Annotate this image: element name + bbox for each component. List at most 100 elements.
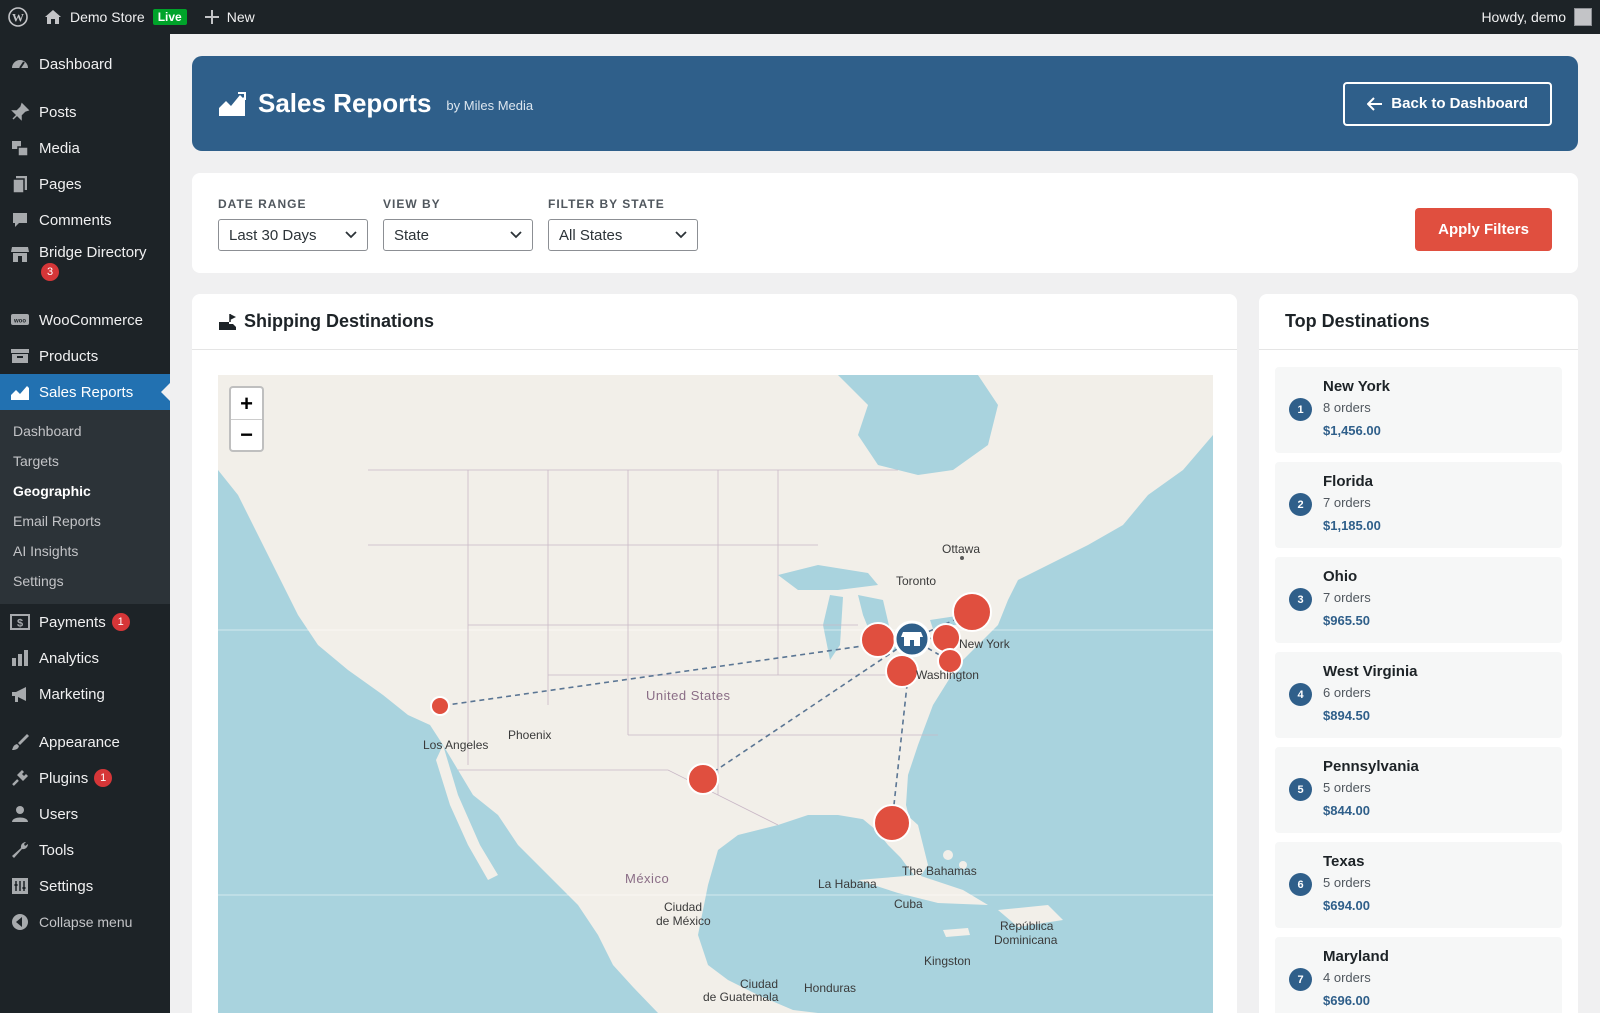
map-label-ciudad-mexico-1: Ciudad xyxy=(664,900,702,914)
top-destinations-card: Top Destinations 1 New York 8 orders $1,… xyxy=(1259,294,1578,1013)
sidebar-item-label: Tools xyxy=(39,841,75,859)
destination-revenue: $696.00 xyxy=(1323,993,1370,1008)
destination-revenue: $1,456.00 xyxy=(1323,423,1381,438)
destination-revenue: $965.50 xyxy=(1323,613,1370,628)
top-destinations-header: Top Destinations xyxy=(1259,294,1578,350)
sidebar-item-tools[interactable]: Tools xyxy=(0,832,170,868)
sidebar-item-marketing[interactable]: Marketing xyxy=(0,676,170,712)
svg-text:woo: woo xyxy=(13,319,26,325)
sidebar-item-label: Settings xyxy=(39,877,94,895)
sidebar-item-dashboard[interactable]: Dashboard xyxy=(0,46,170,82)
new-content-link[interactable]: New xyxy=(197,0,263,34)
map-label-mexico: México xyxy=(625,871,669,886)
marker-texas[interactable] xyxy=(687,763,719,795)
list-item[interactable]: 5 Pennsylvania 5 orders $844.00 xyxy=(1275,747,1562,833)
map-label-republica-2: Dominicana xyxy=(994,933,1058,947)
back-button-label: Back to Dashboard xyxy=(1391,95,1528,112)
list-item[interactable]: 2 Florida 7 orders $1,185.00 xyxy=(1275,462,1562,548)
list-item[interactable]: 6 Texas 5 orders $694.00 xyxy=(1275,842,1562,928)
submenu-item-targets[interactable]: Targets xyxy=(0,446,170,476)
sidebar-item-posts[interactable]: Posts xyxy=(0,94,170,130)
marker-ohio[interactable] xyxy=(860,622,896,658)
marker-pennsylvania[interactable] xyxy=(931,623,961,653)
avatar xyxy=(1574,8,1592,26)
map-card-title: Shipping Destinations xyxy=(244,311,435,331)
chevron-down-icon xyxy=(675,231,687,239)
sidebar-item-label: Bridge Directory xyxy=(39,244,147,261)
map-label-ciudad-mexico-2: de México xyxy=(656,914,711,928)
back-to-dashboard-button[interactable]: Back to Dashboard xyxy=(1343,81,1552,126)
shipping-map[interactable]: Ottawa Toronto New York Washington Unite… xyxy=(218,375,1213,1013)
date-range-select[interactable]: Last 30 Days xyxy=(218,219,368,251)
svg-text:W: W xyxy=(12,11,24,25)
sidebar-item-bridge-directory[interactable]: Bridge Directory 3 xyxy=(0,238,170,284)
map-label-kingston: Kingston xyxy=(924,954,971,968)
submenu-item-settings[interactable]: Settings xyxy=(0,566,170,596)
main-content: Sales Reports by Miles Media Back to Das… xyxy=(170,34,1600,1013)
apply-filters-button[interactable]: Apply Filters xyxy=(1415,208,1552,251)
sidebar-collapse-menu[interactable]: Collapse menu xyxy=(0,904,170,940)
update-count-badge: 1 xyxy=(94,769,113,787)
sidebar-item-media[interactable]: Media xyxy=(0,130,170,166)
sidebar-item-comments[interactable]: Comments xyxy=(0,202,170,238)
top-destinations-list: 1 New York 8 orders $1,456.00 2 Florida … xyxy=(1259,350,1578,1013)
marker-california[interactable] xyxy=(430,696,450,716)
map-label-guatemala-2: de Guatemala xyxy=(703,990,779,1004)
state-filter-label: Filter by State xyxy=(548,197,665,211)
sidebar-item-settings[interactable]: Settings xyxy=(0,868,170,904)
store-location-icon[interactable] xyxy=(893,620,931,658)
update-count-badge: 1 xyxy=(111,613,130,631)
marker-new-york[interactable] xyxy=(952,592,992,632)
submenu-item-email-reports[interactable]: Email Reports xyxy=(0,506,170,536)
list-item[interactable]: 7 Maryland 4 orders $696.00 xyxy=(1275,937,1562,1013)
chevron-down-icon xyxy=(345,231,357,239)
list-item[interactable]: 1 New York 8 orders $1,456.00 xyxy=(1275,367,1562,453)
destination-orders: 7 orders xyxy=(1323,590,1371,605)
state-filter: Filter by State All States xyxy=(548,197,698,251)
zoom-out-button[interactable]: − xyxy=(231,419,262,450)
map-zoom-control: + − xyxy=(229,386,264,452)
my-account-link[interactable]: Howdy, demo xyxy=(1473,0,1600,34)
comments-icon xyxy=(10,210,30,230)
chart-icon xyxy=(10,382,30,402)
sidebar-item-plugins[interactable]: Plugins 1 xyxy=(0,760,170,796)
site-name-link[interactable]: Demo Store Live xyxy=(36,0,195,34)
marker-florida[interactable] xyxy=(873,804,911,842)
sidebar-item-label: Appearance xyxy=(39,733,120,751)
sidebar-item-payments[interactable]: $ Payments 1 xyxy=(0,604,170,640)
page-title: Sales Reports xyxy=(258,88,432,118)
brush-icon xyxy=(10,732,30,752)
sidebar-item-label: Users xyxy=(39,805,79,823)
sidebar-item-appearance[interactable]: Appearance xyxy=(0,724,170,760)
sidebar-item-woocommerce[interactable]: woo WooCommerce xyxy=(0,302,170,338)
sidebar-item-pages[interactable]: Pages xyxy=(0,166,170,202)
sidebar-item-label: Posts xyxy=(39,103,77,121)
sidebar-item-analytics[interactable]: Analytics xyxy=(0,640,170,676)
map-label-cuba: Cuba xyxy=(894,897,923,911)
submenu-item-ai-insights[interactable]: AI Insights xyxy=(0,536,170,566)
wrench-icon xyxy=(10,840,30,860)
user-icon xyxy=(10,804,30,824)
zoom-in-button[interactable]: + xyxy=(231,388,262,419)
state-select[interactable]: All States xyxy=(548,219,698,251)
media-icon xyxy=(10,138,30,158)
sidebar-item-label: Products xyxy=(39,347,99,365)
destination-revenue: $844.00 xyxy=(1323,803,1370,818)
wordpress-logo-icon[interactable]: W xyxy=(0,0,36,34)
view-by-filter: View By State xyxy=(383,197,533,251)
list-item[interactable]: 4 West Virginia 6 orders $894.50 xyxy=(1275,652,1562,738)
submenu-item-geographic[interactable]: Geographic xyxy=(0,476,170,506)
page-header: Sales Reports by Miles Media Back to Das… xyxy=(192,56,1578,151)
submenu-item-dashboard[interactable]: Dashboard xyxy=(0,416,170,446)
view-by-select[interactable]: State xyxy=(383,219,533,251)
marker-west-virginia[interactable] xyxy=(885,654,919,688)
map-label-new-york: New York xyxy=(959,637,1011,651)
sidebar-item-users[interactable]: Users xyxy=(0,796,170,832)
sidebar-item-sales-reports[interactable]: Sales Reports xyxy=(0,374,170,410)
sidebar-item-products[interactable]: Products xyxy=(0,338,170,374)
plus-icon xyxy=(204,10,219,24)
top-destinations-title: Top Destinations xyxy=(1285,311,1430,331)
list-item[interactable]: 3 Ohio 7 orders $965.50 xyxy=(1275,557,1562,643)
sidebar-item-label: Marketing xyxy=(39,685,105,703)
rank-badge: 3 xyxy=(1289,588,1312,611)
